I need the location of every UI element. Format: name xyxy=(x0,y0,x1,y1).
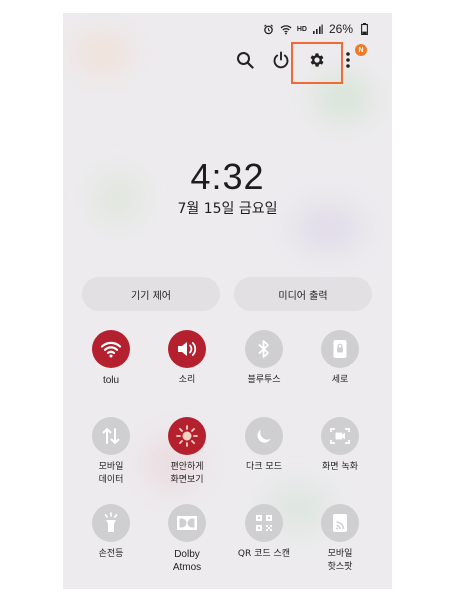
hotspot-toggle[interactable] xyxy=(321,504,359,542)
qr-scan-toggle[interactable] xyxy=(245,504,283,542)
mobile-data-icon xyxy=(102,427,120,445)
device-control-button[interactable]: 기기 제어 xyxy=(82,277,220,311)
quick-panel: HD 26% N 4:32 7월 15일 금요일 기기 제어 미디어 출력 to… xyxy=(63,13,392,589)
media-output-button[interactable]: 미디어 출력 xyxy=(234,277,372,311)
tile-screen-record[interactable]: 화면 녹화 xyxy=(305,417,375,474)
eye-comfort-icon xyxy=(176,425,198,447)
screen-record-icon xyxy=(330,428,350,444)
tile-label: Dolby Atmos xyxy=(172,549,202,573)
more-options-button[interactable] xyxy=(342,48,354,72)
tile-dark-mode[interactable]: 다크 모드 xyxy=(229,417,299,474)
portrait-toggle[interactable] xyxy=(321,330,359,368)
clock-time: 4:32 xyxy=(190,156,265,197)
wifi-toggle[interactable] xyxy=(92,330,130,368)
dolby-atmos-toggle[interactable] xyxy=(168,504,206,542)
portrait-lock-icon xyxy=(333,340,347,358)
bluetooth-toggle[interactable] xyxy=(245,330,283,368)
flashlight-icon xyxy=(104,512,118,532)
tile-mobile-hotspot[interactable]: 모바일 핫스팟 xyxy=(305,504,375,574)
tile-label: 블루투스 xyxy=(247,375,281,385)
hotspot-icon xyxy=(333,514,347,532)
sound-toggle[interactable] xyxy=(168,330,206,368)
clock-date: 7월 15일 금요일 xyxy=(177,201,278,217)
tile-eye-comfort[interactable]: 편안하게 화면보기 xyxy=(152,417,222,487)
flashlight-toggle[interactable] xyxy=(92,504,130,542)
screen-record-toggle[interactable] xyxy=(321,417,359,455)
tile-wifi[interactable]: tolu xyxy=(76,330,146,387)
tile-label: 모바일 데이터 xyxy=(98,462,124,485)
eye-comfort-toggle[interactable] xyxy=(168,417,206,455)
more-vertical-icon xyxy=(346,52,350,68)
qr-code-icon xyxy=(256,515,272,531)
tile-label: 세로 xyxy=(331,375,349,385)
bluetooth-icon xyxy=(258,340,269,358)
tile-mobile-data[interactable]: 모바일 데이터 xyxy=(76,417,146,487)
wifi-icon xyxy=(100,341,122,358)
mobile-data-toggle[interactable] xyxy=(92,417,130,455)
tile-dolby-atmos[interactable]: Dolby Atmos xyxy=(152,504,222,574)
notification-badge: N xyxy=(355,44,367,56)
tile-sound[interactable]: 소리 xyxy=(152,330,222,387)
tile-portrait[interactable]: 세로 xyxy=(305,330,375,387)
dolby-icon xyxy=(177,516,197,530)
tile-label: 편안하게 화면보기 xyxy=(170,462,204,485)
tile-bluetooth[interactable]: 블루투스 xyxy=(229,330,299,387)
tile-qr-scan[interactable]: QR 코드 스캔 xyxy=(229,504,299,561)
quick-panel-toolbar: N xyxy=(63,13,392,93)
search-button[interactable] xyxy=(233,48,257,72)
power-icon xyxy=(273,51,289,69)
tile-label: 다크 모드 xyxy=(246,462,282,472)
dark-mode-toggle[interactable] xyxy=(245,417,283,455)
search-icon xyxy=(237,52,254,69)
settings-highlight-box xyxy=(291,42,343,84)
tile-label: QR 코드 스캔 xyxy=(237,549,291,559)
power-button[interactable] xyxy=(269,48,293,72)
tile-flashlight[interactable]: 손전등 xyxy=(76,504,146,561)
tile-label: 손전등 xyxy=(98,549,124,559)
tile-label: tolu xyxy=(102,375,120,386)
tile-label: 모바일 핫스팟 xyxy=(327,549,353,572)
speaker-icon xyxy=(178,342,197,356)
moon-icon xyxy=(257,429,271,443)
tile-label: 화면 녹화 xyxy=(322,462,358,472)
tile-label: 소리 xyxy=(178,375,196,385)
